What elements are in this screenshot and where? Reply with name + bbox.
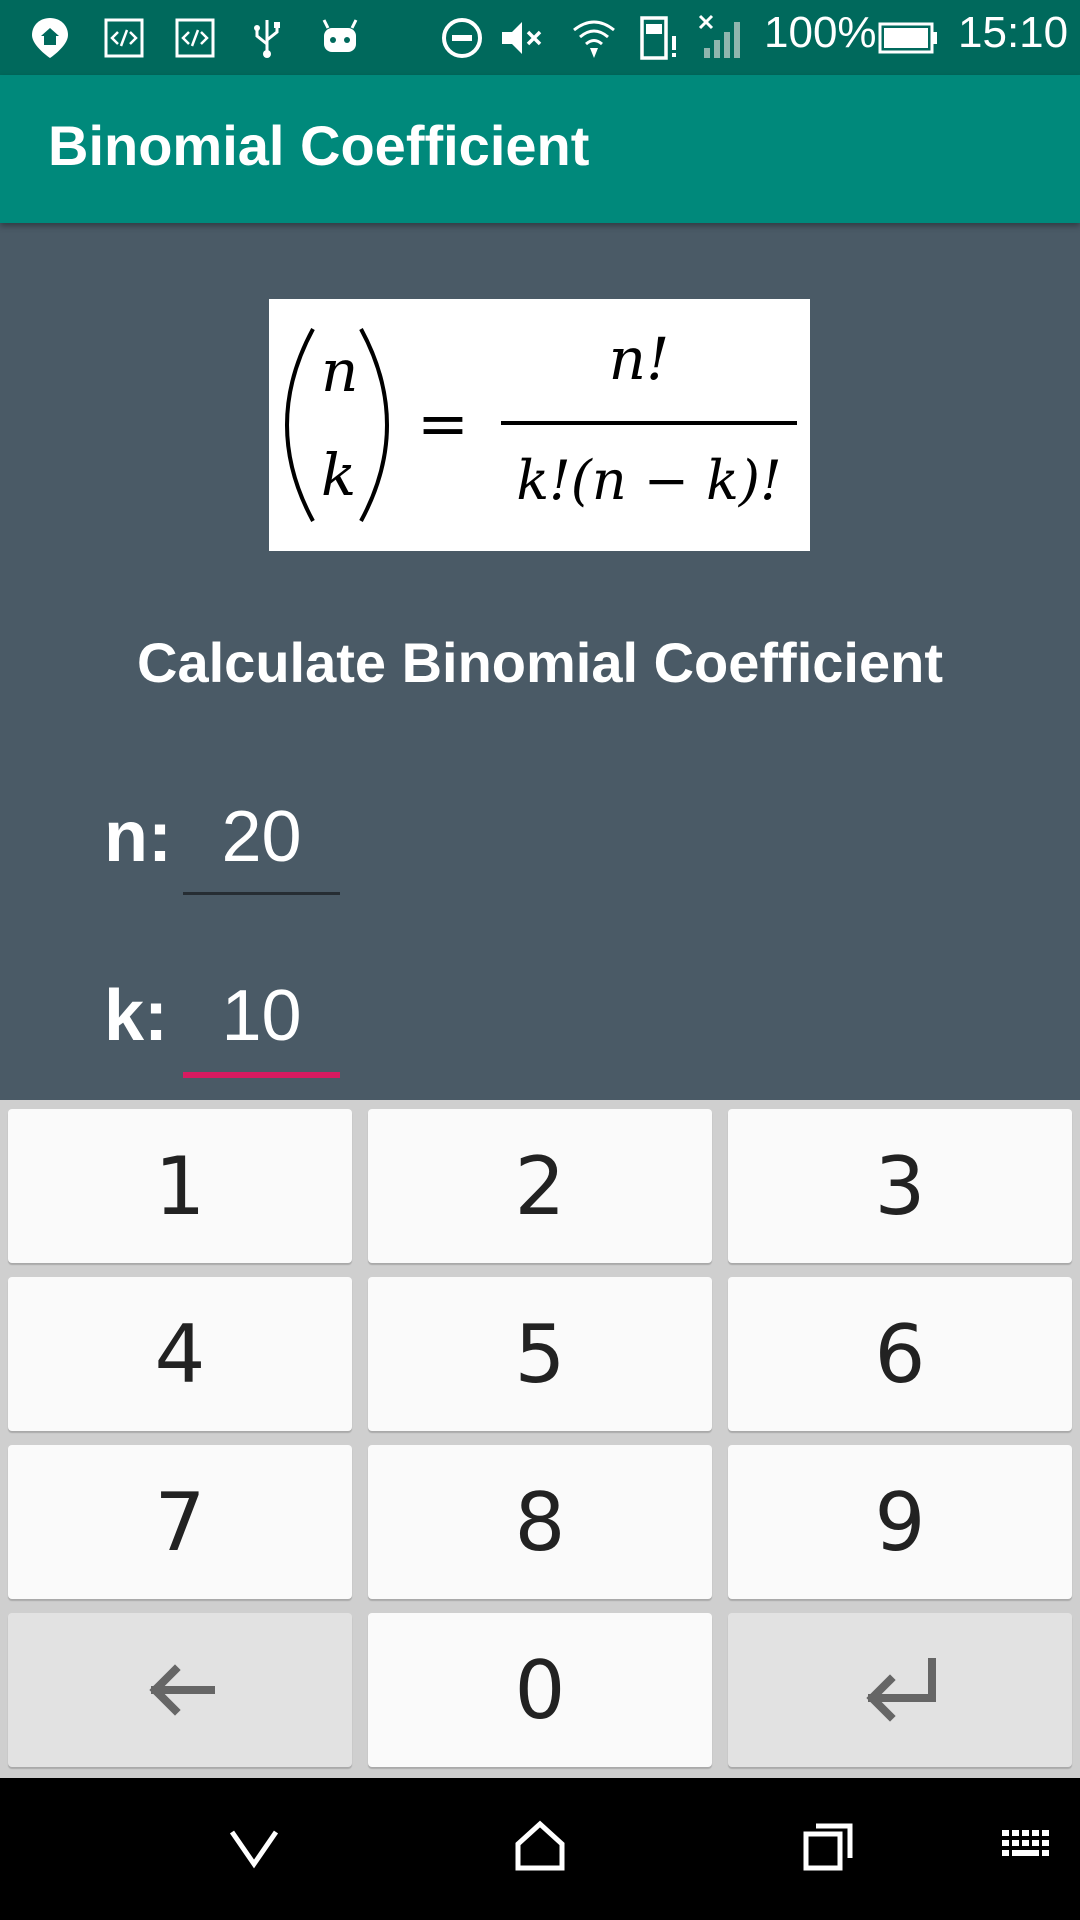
section-heading: Calculate Binomial Coefficient <box>137 631 943 694</box>
n-input[interactable]: 20 <box>183 796 340 878</box>
backspace-key[interactable] <box>8 1613 352 1767</box>
key-5[interactable]: 5 <box>368 1277 712 1431</box>
do-not-disturb-icon <box>442 18 482 58</box>
app-bar: Binomial Coefficient <box>0 75 1080 223</box>
enter-icon <box>866 1658 936 1722</box>
code-icon <box>175 18 215 58</box>
formula-equals: = <box>417 387 469 460</box>
keyboard-switch-icon[interactable] <box>998 1818 1054 1874</box>
enter-key[interactable] <box>728 1613 1072 1767</box>
key-0[interactable]: 0 <box>368 1613 712 1767</box>
clock: 15:10 <box>958 8 1069 57</box>
numeric-keyboard: 1 2 3 4 5 6 7 8 9 0 <box>0 1100 1080 1778</box>
k-input-underline-focused <box>183 1072 340 1078</box>
usb-icon <box>254 20 280 58</box>
key-2[interactable]: 2 <box>368 1109 712 1263</box>
wifi-icon <box>573 20 615 58</box>
recents-icon[interactable] <box>800 1818 856 1874</box>
key-7[interactable]: 7 <box>8 1445 352 1599</box>
battery-percent: 100% <box>764 8 877 57</box>
mute-icon <box>502 22 542 54</box>
formula-k-bottom: k <box>321 441 356 509</box>
home-icon[interactable] <box>512 1818 568 1874</box>
binomial-formula-image: n k = n! k!(n − k)! <box>269 299 810 551</box>
location-icon <box>32 18 68 58</box>
key-6[interactable]: 6 <box>728 1277 1072 1431</box>
key-3[interactable]: 3 <box>728 1109 1072 1263</box>
key-9[interactable]: 9 <box>728 1445 1072 1599</box>
formula-n-top: n <box>321 337 358 405</box>
formula-graphic: n k = n! k!(n − k)! <box>285 325 797 522</box>
hide-keyboard-icon[interactable] <box>226 1818 282 1874</box>
backspace-arrow-icon <box>149 1664 215 1716</box>
app-title: Binomial Coefficient <box>48 114 590 177</box>
formula-numerator: n! <box>609 325 670 393</box>
battery-icon <box>878 22 937 54</box>
key-1[interactable]: 1 <box>8 1109 352 1263</box>
code-icon <box>104 18 144 58</box>
key-4[interactable]: 4 <box>8 1277 352 1431</box>
n-input-underline <box>183 892 340 895</box>
android-icon <box>322 19 358 52</box>
n-label: n: <box>104 797 172 877</box>
sim-alert-icon <box>640 16 676 60</box>
key-8[interactable]: 8 <box>368 1445 712 1599</box>
signal-icon <box>698 14 740 58</box>
formula-denominator: k!(n − k)! <box>516 449 781 512</box>
k-label: k: <box>104 976 169 1056</box>
k-input[interactable]: 10 <box>183 975 340 1057</box>
navigation-bar <box>0 1778 1080 1920</box>
status-bar: 100% 15:10 <box>0 0 1080 75</box>
